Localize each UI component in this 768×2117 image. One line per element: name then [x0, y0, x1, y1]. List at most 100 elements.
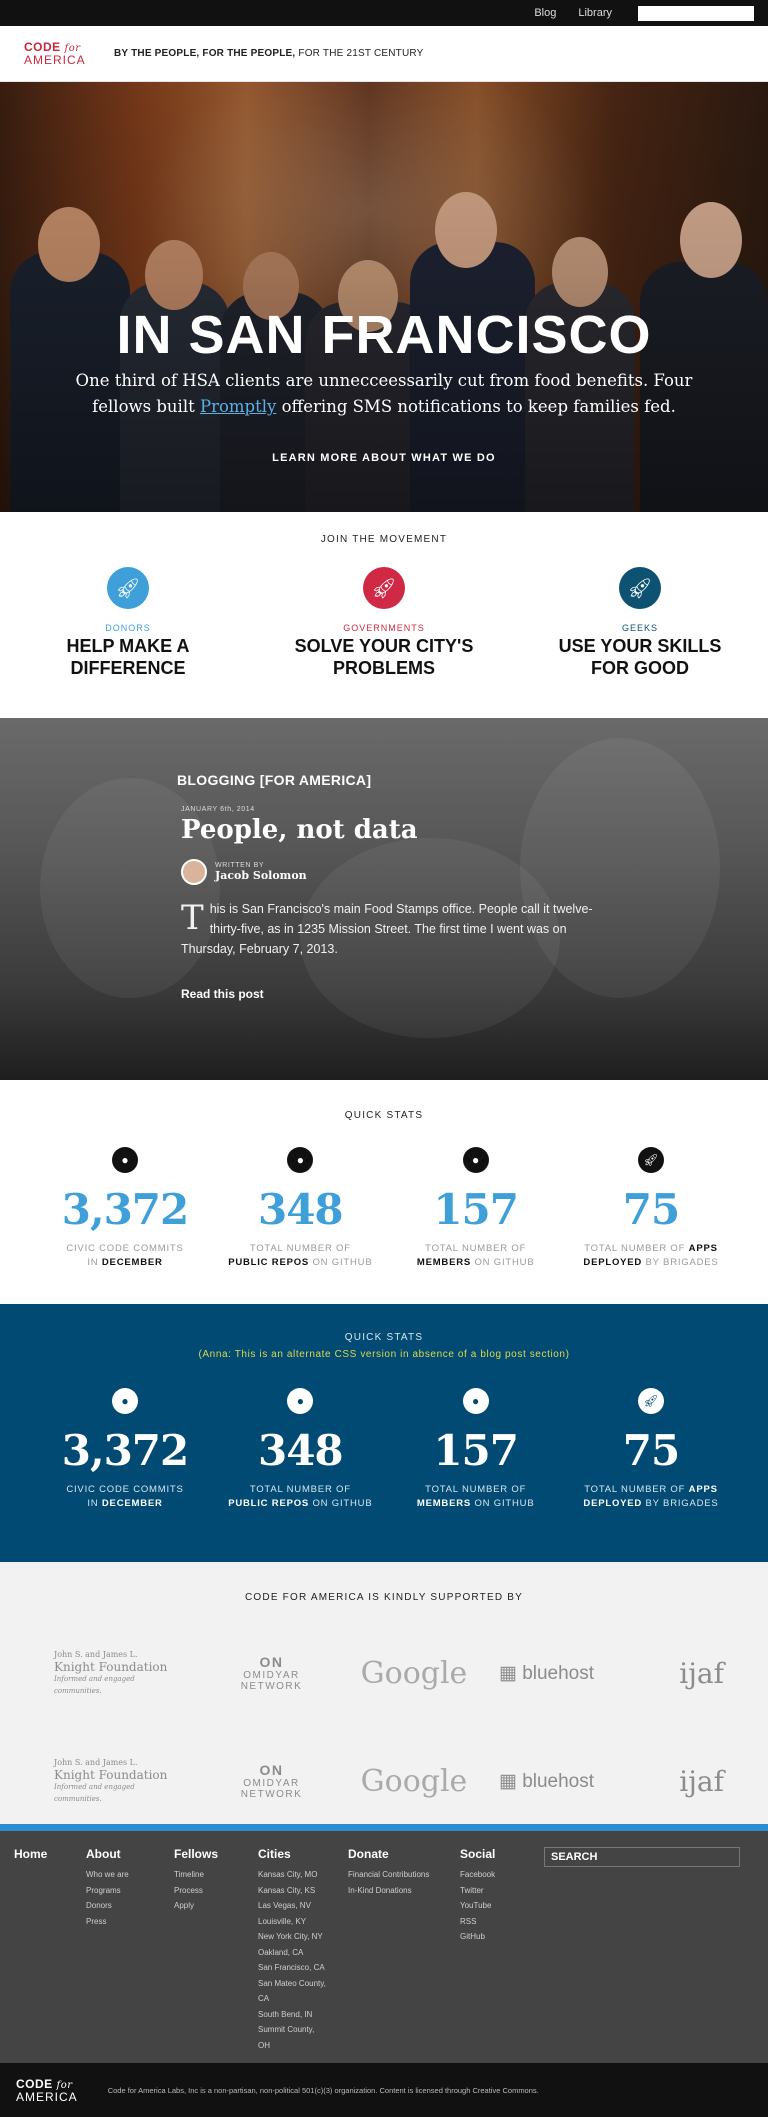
quick-stats-alt: QUICK STATS (Anna: This is an alternate … — [0, 1304, 768, 1562]
footer-search-input[interactable]: SEARCH — [544, 1847, 740, 1867]
stat-number: 348 — [257, 1185, 344, 1234]
bluehost-logo[interactable]: ▦ bluehost — [497, 1662, 597, 1685]
footer-cities-heading[interactable]: Cities — [258, 1847, 326, 1861]
stat-desc: TOTAL NUMBER OF — [584, 1484, 689, 1495]
stat-desc: TOTAL NUMBER OF — [249, 1484, 351, 1495]
stat-members: ● 157 TOTAL NUMBER OF MEMBERS ON GITHUB — [401, 1388, 551, 1511]
footer-link[interactable]: San Mateo County, CA — [258, 1976, 326, 2007]
ijaf-logo[interactable]: ijaf — [624, 1657, 724, 1690]
stat-apps: 🚀︎ 75 TOTAL NUMBER OF APPS DEPLOYED BY BR… — [576, 1147, 726, 1270]
stat-number: 157 — [433, 1185, 519, 1234]
rocket-icon: 🚀︎ — [363, 567, 405, 609]
tagline-rest: FOR THE 21ST CENTURY — [295, 48, 424, 59]
nav-link-library[interactable]: Library — [578, 7, 612, 19]
footer-link[interactable]: New York City, NY — [258, 1929, 326, 1945]
footer-link[interactable]: Louisville, KY — [258, 1914, 326, 1930]
blog-post-title[interactable]: People, not data — [181, 815, 597, 845]
footer-link[interactable]: Oakland, CA — [258, 1945, 326, 1961]
footer-link[interactable]: In-Kind Donations — [348, 1883, 438, 1899]
hero-title: IN SAN FRANCISCO — [116, 305, 652, 365]
stat-commits: ● 3,372 CIVIC CODE COMMITS IN DECEMBER — [50, 1147, 200, 1270]
footer-fellows-heading[interactable]: Fellows — [174, 1847, 236, 1861]
footer-link[interactable]: RSS — [460, 1914, 514, 1930]
footer-link[interactable]: South Bend, IN — [258, 2007, 326, 2023]
stats-label: QUICK STATS — [344, 1332, 424, 1343]
promptly-link[interactable]: Promptly — [200, 397, 276, 416]
footer-link[interactable]: Donors — [86, 1898, 152, 1914]
join-geeks[interactable]: 🚀︎ GEEKS USE YOUR SKILLS FOR GOOD — [530, 567, 750, 677]
blog-date: JANUARY 6th, 2014 — [181, 806, 255, 813]
footer-link[interactable]: YouTube — [460, 1898, 514, 1914]
footer-social-heading[interactable]: Social — [460, 1847, 514, 1861]
google-logo[interactable]: Google — [359, 1764, 469, 1799]
footer-link[interactable]: Who we are — [86, 1867, 152, 1883]
join-title-line2: FOR GOOD — [591, 658, 689, 678]
footer-logo[interactable]: CODE for AMERICA — [16, 2078, 78, 2103]
omidyar-network-logo[interactable]: ON OMIDYAR NETWORK — [212, 1654, 332, 1692]
stat-number: 348 — [257, 1426, 344, 1475]
hero-banner: IN SAN FRANCISCO One third of HSA client… — [0, 82, 768, 512]
stat-bold: MEMBERS — [416, 1257, 472, 1268]
read-post-link[interactable]: Read this post — [181, 987, 264, 1001]
footer-link[interactable]: Kansas City, KS — [258, 1883, 326, 1899]
logo[interactable]: CODE for AMERICA — [24, 41, 88, 66]
rocket-icon: 🚀︎ — [619, 567, 661, 609]
join-kind: GEEKS — [621, 623, 658, 633]
footer: Home About Who we are Programs Donors Pr… — [0, 1831, 768, 2063]
stat-bold: PUBLIC REPOS — [228, 1498, 310, 1509]
knight-foundation-logo[interactable]: John S. and James L. Knight Foundation Inf… — [54, 1757, 184, 1805]
blog-section: BLOGGING [FOR AMERICA] JANUARY 6th, 2014… — [0, 718, 768, 1080]
footer-link[interactable]: Timeline — [174, 1867, 236, 1883]
stat-repos: ● 348 TOTAL NUMBER OF PUBLIC REPOS ON GIT… — [225, 1388, 375, 1511]
join-section: JOIN THE MOVEMENT 🚀︎ DONORS HELP MAKE A … — [0, 512, 768, 718]
footer-link[interactable]: Programs — [86, 1883, 152, 1899]
bluehost-logo[interactable]: ▦ bluehost — [497, 1770, 597, 1793]
blog-author: WRITTEN BY Jacob Solomon — [181, 859, 597, 885]
footer-link[interactable]: San Francisco, CA — [258, 1960, 326, 1976]
footer-link[interactable]: Summit County, OH — [258, 2022, 326, 2053]
footer-link[interactable]: Las Vegas, NV — [258, 1898, 326, 1914]
nav-link-blog[interactable]: Blog — [534, 7, 556, 19]
stat-bold: MEMBERS — [416, 1498, 472, 1509]
footer-link[interactable]: Process — [174, 1883, 236, 1899]
join-label: JOIN THE MOVEMENT — [320, 534, 448, 545]
stat-desc: TOTAL NUMBER OF — [249, 1243, 351, 1254]
hero-text-after: offering SMS notifications to keep famil… — [276, 397, 676, 416]
logo-code: CODE — [24, 40, 61, 54]
footer-link[interactable]: Apply — [174, 1898, 236, 1914]
omidyar-network-logo[interactable]: ON OMIDYAR NETWORK — [212, 1762, 332, 1800]
written-by-label: WRITTEN BY — [215, 862, 265, 869]
footer-donate-heading[interactable]: Donate — [348, 1847, 438, 1861]
join-title-line2: DIFFERENCE — [70, 658, 186, 678]
supporters-label: CODE FOR AMERICA IS KINDLY SUPPORTED BY — [245, 1592, 523, 1603]
learn-more-link[interactable]: LEARN MORE ABOUT WHAT WE DO — [0, 452, 768, 464]
footer-link[interactable]: GitHub — [460, 1929, 514, 1945]
join-kind: GOVERNMENTS — [343, 623, 425, 633]
blog-heading: BLOGGING [FOR AMERICA] — [177, 772, 372, 788]
footer-link[interactable]: Press — [86, 1914, 152, 1930]
footer-link[interactable]: Facebook — [460, 1867, 514, 1883]
stat-apps: 🚀︎ 75 TOTAL NUMBER OF APPS DEPLOYED BY BR… — [576, 1388, 726, 1511]
ijaf-logo[interactable]: ijaf — [624, 1765, 724, 1798]
github-icon: ● — [112, 1388, 138, 1414]
github-icon: ● — [287, 1388, 314, 1414]
stat-desc: TOTAL NUMBER OF — [425, 1484, 527, 1495]
google-logo[interactable]: Google — [359, 1656, 469, 1691]
stat-desc: TOTAL NUMBER OF — [425, 1243, 527, 1254]
footer-home-link[interactable]: Home — [14, 1847, 64, 1861]
blog-excerpt: This is San Francisco's main Food Stamps… — [181, 899, 597, 959]
top-search-input[interactable] — [638, 5, 754, 21]
stat-bold: DEPLOYED — [583, 1498, 643, 1509]
footer-link[interactable]: Financial Contributions — [348, 1867, 438, 1883]
drop-cap: T — [181, 898, 204, 938]
footer-link[interactable]: Kansas City, MO — [258, 1867, 326, 1883]
knight-foundation-logo[interactable]: John S. and James L. Knight Foundation Inf… — [54, 1649, 184, 1697]
author-name: Jacob Solomon — [215, 869, 307, 882]
logo-america: AMERICA — [24, 53, 86, 67]
join-donors[interactable]: 🚀︎ DONORS HELP MAKE A DIFFERENCE — [18, 567, 238, 677]
join-governments[interactable]: 🚀︎ GOVERNMENTS SOLVE YOUR CITY'S PROBLEM… — [274, 567, 494, 677]
footer-about-heading[interactable]: About — [86, 1847, 152, 1861]
stat-number: 75 — [622, 1185, 680, 1234]
footer-link[interactable]: Twitter — [460, 1883, 514, 1899]
stat-number: 75 — [622, 1426, 680, 1475]
